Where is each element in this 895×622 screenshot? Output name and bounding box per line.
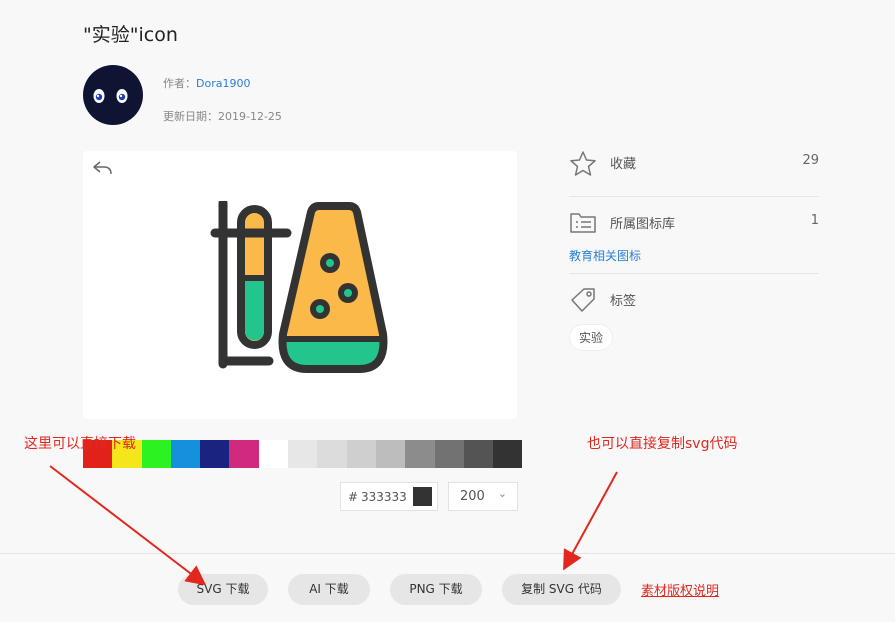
hex-value[interactable]: 333333 [361, 490, 407, 504]
color-palette [83, 440, 523, 468]
library-icon [570, 213, 596, 233]
author-line: 作者：Dora1900 [163, 75, 250, 91]
png-download-button[interactable]: PNG 下载 [390, 574, 482, 605]
library-link[interactable]: 教育相关图标 [569, 247, 641, 264]
color-swatch[interactable] [229, 440, 259, 468]
color-swatch[interactable] [288, 440, 318, 468]
star-icon[interactable] [569, 150, 597, 176]
tags-label: 标签 [610, 294, 637, 309]
favorite-label: 收藏 [610, 157, 637, 172]
color-swatch[interactable] [170, 440, 201, 468]
copy-svg-button[interactable]: 复制 SVG 代码 [502, 574, 621, 605]
author-label: 作者： [163, 77, 196, 90]
ai-download-button[interactable]: AI 下载 [288, 574, 370, 605]
favorite-count: 29 [802, 153, 819, 168]
date-label: 更新日期： [163, 110, 218, 123]
license-link[interactable]: 素材版权说明 [641, 580, 719, 599]
page-title: "实验"icon [83, 24, 178, 46]
color-swatch[interactable] [375, 440, 406, 468]
tag-chip[interactable]: 实验 [569, 324, 614, 351]
color-swatch[interactable] [317, 440, 347, 468]
color-swatch[interactable] [141, 440, 171, 468]
divider [0, 553, 895, 554]
author-link[interactable]: Dora1900 [196, 77, 250, 90]
divider [569, 273, 819, 274]
color-swatch[interactable] [346, 440, 376, 468]
library-row: 所属图标库 1 [569, 210, 819, 236]
chevron-down-icon: ⌄ [497, 487, 507, 500]
color-swatch[interactable] [405, 440, 435, 468]
library-label: 所属图标库 [610, 217, 676, 232]
size-select[interactable]: 200 ⌄ [448, 482, 518, 511]
color-swatch[interactable] [493, 440, 523, 468]
tag-icon [571, 288, 595, 312]
favorite-row[interactable]: 收藏 29 [569, 150, 819, 176]
avatar[interactable] [83, 65, 143, 125]
divider [569, 196, 819, 197]
annotation-download-note: 这里可以直接下载 [24, 436, 136, 452]
color-preview-swatch[interactable] [413, 487, 432, 506]
tags-row: 标签 [569, 287, 819, 313]
experiment-icon [210, 201, 388, 373]
size-value: 200 [460, 489, 485, 504]
library-count: 1 [810, 213, 819, 228]
icon-preview [83, 151, 517, 419]
hash-symbol: # [348, 490, 359, 504]
update-date: 2019-12-25 [218, 110, 282, 123]
avatar-eyes-icon [93, 89, 128, 103]
svg-download-button[interactable]: SVG 下载 [178, 574, 268, 605]
annotation-arrow-left [49, 465, 207, 586]
color-swatch[interactable] [200, 440, 230, 468]
undo-icon[interactable] [92, 159, 114, 177]
color-swatch[interactable] [258, 440, 289, 468]
color-swatch[interactable] [434, 440, 464, 468]
annotation-copy-note: 也可以直接复制svg代码 [587, 436, 738, 452]
color-swatch[interactable] [463, 440, 494, 468]
update-date-line: 更新日期：2019-12-25 [163, 108, 282, 124]
hex-color-input[interactable]: # 333333 [340, 482, 438, 511]
